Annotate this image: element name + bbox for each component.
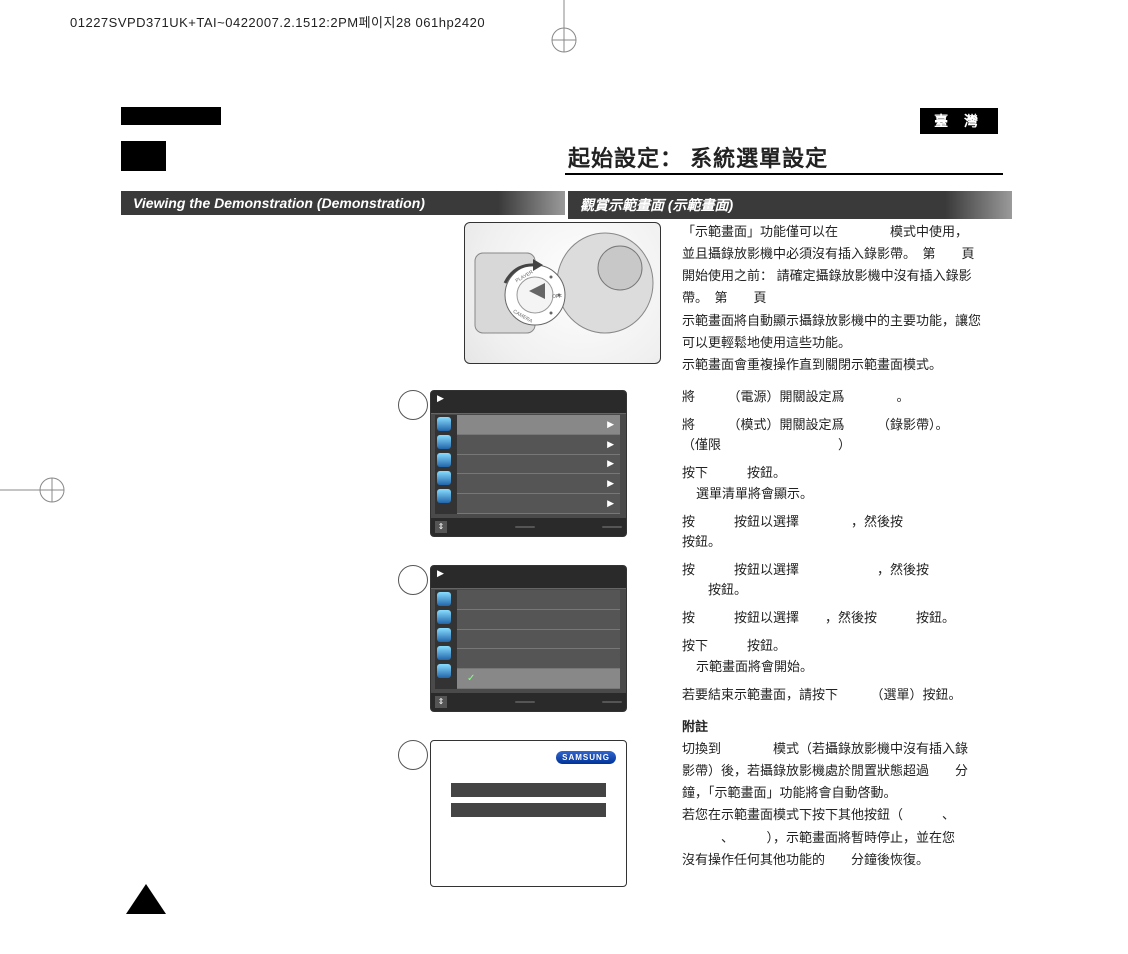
step-circle-6 xyxy=(398,565,428,595)
black-block-top xyxy=(121,107,221,125)
check-icon: ✓ xyxy=(467,673,475,684)
clock-icon xyxy=(437,592,451,606)
page-triangle-marker xyxy=(126,884,166,914)
step-6: 按 按鈕以選擇 ，然後按 按鈕。 xyxy=(682,608,1002,628)
camcorder-screen-2: ▶ ✓ ⇕ xyxy=(430,565,627,712)
menu-screen-step6: ▶ ✓ ⇕ xyxy=(430,565,627,712)
samsung-logo: SAMSUNG xyxy=(556,751,616,764)
camera-illustration: PLAYER OFF CAMERA xyxy=(464,222,661,364)
step-3a: 按下 按鈕。 xyxy=(682,463,1002,483)
step-2: 將 （模式）開關設定爲 （錄影帶）。 （僅限 ） xyxy=(682,415,1002,455)
step-2a: 將 （模式）開關設定爲 （錄影帶）。 xyxy=(682,415,1002,435)
menu-screen-step4: ▶ ▶ ▶ ▶ ▶ ▶ ⇕ xyxy=(430,390,627,537)
screen-sidebar xyxy=(435,415,457,514)
title-underline xyxy=(565,173,1003,175)
black-block-left xyxy=(121,141,166,171)
screen-footer: ⇕ xyxy=(431,518,626,536)
step-circle-4 xyxy=(398,390,428,420)
language-badge: 臺 灣 xyxy=(920,108,998,134)
demo-bar xyxy=(451,783,606,797)
step-8: 若要結束示範畫面，請按下 （選單）按鈕。 xyxy=(682,685,1002,705)
steps-list: 將 （電源）開關設定爲 。 將 （模式）開關設定爲 （錄影帶）。 （僅限 ） 按… xyxy=(682,387,1002,705)
intro-p2: 並且攝錄放影機中必須沒有插入錄影帶。 第 頁 xyxy=(682,244,1002,264)
step-circle-7 xyxy=(398,740,428,770)
intro-p6: 可以更輕鬆地使用這些功能。 xyxy=(682,333,1002,353)
intro-p4: 帶。 第 頁 xyxy=(682,288,1002,308)
screen-menu-list: ▶ ▶ ▶ ▶ ▶ xyxy=(457,415,620,514)
note-p5: 、 ），示範畫面將暫時停止，並在您 xyxy=(682,828,1002,848)
svg-text:OFF: OFF xyxy=(552,294,562,300)
intro-p5: 示範畫面將自動顯示攝錄放影機中的主要功能，讓您 xyxy=(682,311,1002,331)
screen-menu-list: ✓ xyxy=(457,590,620,689)
crop-mark-top xyxy=(544,0,584,60)
notes-section: 附註 切換到 模式（若攝錄放影機中沒有插入錄 影帶）後，若攝錄放影機處於閒置狀態… xyxy=(682,717,1002,870)
step-5: 按 按鈕以選擇 ，然後按 按鈕。 xyxy=(682,560,1002,600)
print-header-line: 01227SVPD371UK+TAI~0422007.2.1512:2PM페이지… xyxy=(70,12,485,31)
screen-mode-icon: ▶ xyxy=(437,568,444,586)
page-title-zh: 起始設定： 系統選單設定 xyxy=(568,141,828,173)
step-3b: 選單清單將會顯示。 xyxy=(682,484,1002,504)
note-p1: 切換到 模式（若攝錄放影機中沒有插入錄 xyxy=(682,739,1002,759)
registration-mark-left xyxy=(0,460,70,520)
demo-bar xyxy=(451,803,606,817)
notes-title: 附註 xyxy=(682,717,1002,737)
screen-mode-icon: ▶ xyxy=(437,393,444,411)
intro-p1: 「示範畫面」功能僅可以在 模式中使用， xyxy=(682,222,1002,242)
screen-titlebar: ▶ xyxy=(431,391,626,414)
step-4a: 按 按鈕以選擇 ，然後按 xyxy=(682,512,1002,532)
step-5b: 按鈕。 xyxy=(682,580,1002,600)
step-2b: （僅限 ） xyxy=(682,435,1002,455)
note-p4: 若您在示範畫面模式下按下其他按鈕（ 、 xyxy=(682,805,1002,825)
demo-screen-step7: SAMSUNG xyxy=(430,740,627,887)
step-7b: 示範畫面將會開始。 xyxy=(682,657,1002,677)
step-5a: 按 按鈕以選擇 ，然後按 xyxy=(682,560,1002,580)
section-banner-en: Viewing the Demonstration (Demonstration… xyxy=(121,191,565,215)
screen-sidebar xyxy=(435,590,457,689)
step-3: 按下 按鈕。 選單清單將會顯示。 xyxy=(682,463,1002,503)
section-banner-zh: 觀賞示範畫面 (示範畫面) xyxy=(568,191,1012,219)
note-p3: 鐘，「示範畫面」功能將會自動啓動。 xyxy=(682,783,1002,803)
camera-svg: PLAYER OFF CAMERA xyxy=(465,223,660,363)
intro-p3: 開始使用之前： 請確定攝錄放影機中沒有插入錄影 xyxy=(682,266,1002,286)
samsung-demo-screen: SAMSUNG xyxy=(430,740,627,887)
step-7: 按下 按鈕。 示範畫面將會開始。 xyxy=(682,636,1002,676)
screen-titlebar: ▶ xyxy=(431,566,626,589)
step-4: 按 按鈕以選擇 ，然後按 按鈕。 xyxy=(682,512,1002,552)
step-7a: 按下 按鈕。 xyxy=(682,636,1002,656)
note-p2: 影帶）後，若攝錄放影機處於閒置狀態超過 分 xyxy=(682,761,1002,781)
step-4b: 按鈕。 xyxy=(682,532,1002,552)
screen-footer: ⇕ xyxy=(431,693,626,711)
right-text-column: 「示範畫面」功能僅可以在 模式中使用， 並且攝錄放影機中必須沒有插入錄影帶。 第… xyxy=(682,222,1002,872)
note-p6: 沒有操作任何其他功能的 分鐘後恢復。 xyxy=(682,850,1002,870)
step-1: 將 （電源）開關設定爲 。 xyxy=(682,387,1002,407)
intro-p7: 示範畫面會重複操作直到關閉示範畫面模式。 xyxy=(682,355,1002,375)
camcorder-screen-1: ▶ ▶ ▶ ▶ ▶ ▶ ⇕ xyxy=(430,390,627,537)
